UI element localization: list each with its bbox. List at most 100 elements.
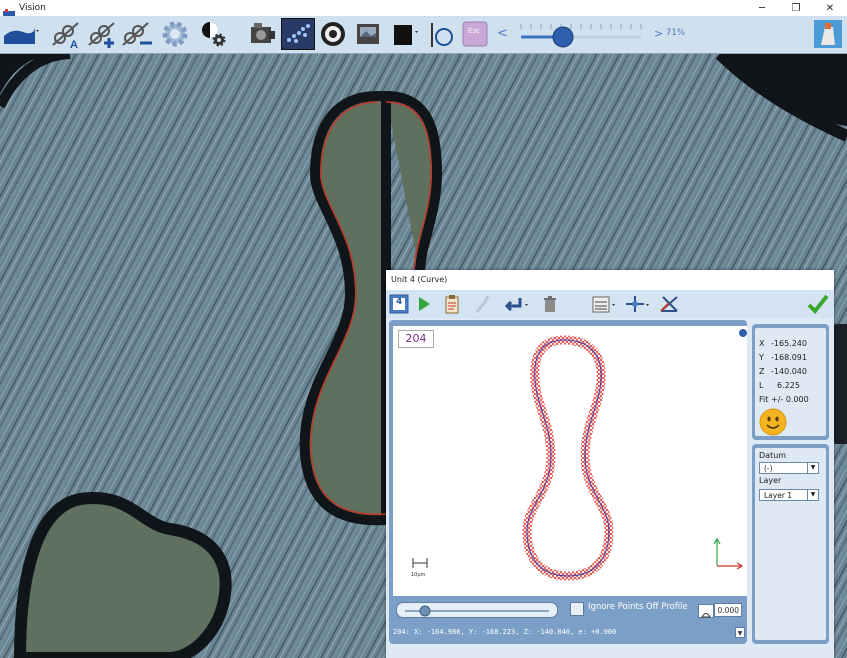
x-coordinate: X -165.240 (759, 339, 807, 348)
run-button[interactable] (414, 293, 434, 315)
tolerance-toggle[interactable] (698, 604, 714, 618)
ignore-points-label: Ignore Points Off Profile (588, 602, 688, 612)
tolerance-arc-icon (701, 613, 711, 618)
camera-button[interactable] (246, 18, 278, 50)
folder-image-icon (357, 24, 379, 44)
profile-button[interactable] (2, 18, 40, 50)
ring-button[interactable] (316, 18, 350, 50)
settings-gear-button[interactable] (158, 18, 192, 50)
esc-label: Esc (468, 28, 480, 35)
coordinate-panel: X -165.240 Y -168.091 Z -140.040 L 6.225 Fit… (752, 324, 829, 440)
light-gear-icon (202, 22, 226, 47)
ring-icon (321, 22, 345, 46)
length-value: L 6.225 (759, 381, 800, 390)
fit-value: Fit +/- 0.000 (759, 395, 809, 404)
tolerance-icon (592, 296, 615, 313)
profile-panel: 204 10µm Ignore Points Off Profile 0.000… (389, 320, 747, 644)
add-feature-button[interactable] (86, 18, 118, 50)
canvas-corner-marker[interactable] (738, 328, 748, 338)
enter-button[interactable] (502, 293, 530, 315)
scatter-points-icon (287, 24, 310, 43)
status-dropdown[interactable]: ▼ (735, 627, 745, 638)
probe-circle-icon (431, 23, 453, 47)
point-slider[interactable] (396, 602, 558, 618)
clipboard-icon (445, 295, 459, 314)
unit-tab-label: 4 (396, 297, 403, 307)
l-value: 6.225 (777, 381, 800, 390)
accept-button[interactable] (806, 293, 830, 315)
coordinate-readout: X -165.240 Y -168.091 Z -140.040 L 6.225 Fit… (755, 328, 826, 436)
trash-icon (544, 296, 556, 312)
measure-a-icon: A (52, 22, 79, 49)
fit-number: +/- 0.000 (771, 395, 809, 404)
datum-label: Datum (759, 451, 787, 460)
y-label: Y (759, 353, 764, 362)
axes-button[interactable] (656, 293, 682, 315)
remove-feature-button[interactable] (120, 18, 154, 50)
zoom-prev-button[interactable]: < (497, 26, 508, 41)
remove-feature-icon (122, 22, 152, 46)
profile-plot (412, 335, 744, 581)
app-avatar-button[interactable] (812, 18, 844, 50)
tolerance-button[interactable] (590, 293, 618, 315)
dialog-toolbar: 4 (386, 290, 834, 318)
y-coordinate: Y -168.091 (759, 353, 807, 362)
folder-image-button[interactable] (353, 18, 385, 50)
curve-dialog: Unit 4 (Curve) 4 204 10µm Ignore Points … (386, 270, 834, 658)
zoom-slider[interactable] (516, 22, 646, 48)
profile-canvas[interactable]: 204 10µm (393, 326, 747, 596)
probe-circle-button[interactable] (428, 18, 458, 50)
point-slider-track (405, 605, 549, 617)
chevron-down-icon: ▼ (807, 490, 818, 500)
restore-button[interactable]: ❐ (779, 0, 813, 16)
lamp-icon (394, 25, 418, 45)
app-logo-icon (3, 3, 15, 16)
svg-text:A: A (70, 39, 78, 49)
scatter-points-button[interactable] (281, 18, 315, 50)
dropdown-arrow-icon: ▼ (737, 630, 743, 637)
delete-button[interactable] (540, 293, 560, 315)
profile-icon (4, 28, 39, 44)
title-bar: Vision ─ ❐ ✕ (0, 0, 847, 16)
datum-select[interactable]: (-) ▼ (759, 462, 819, 474)
z-coordinate: Z -140.040 (759, 367, 807, 376)
checkmark-icon (807, 294, 829, 314)
window-title: Vision (19, 3, 46, 13)
measure-a-button[interactable]: A (50, 18, 82, 50)
zoom-next-button[interactable]: > (654, 27, 663, 40)
lamp-button[interactable] (390, 18, 420, 50)
settings-gear-icon (162, 21, 188, 47)
esc-key-button[interactable]: Esc (460, 18, 490, 50)
close-icon: ✕ (825, 2, 835, 14)
datum-layer-panel: Datum (-) ▼ Layer Layer 1 ▼ (752, 444, 829, 644)
unit-tab-button[interactable]: 4 (389, 293, 409, 315)
fit-label: Fit (759, 395, 769, 404)
zoom-level: 71% (666, 28, 685, 38)
restore-icon: ❐ (791, 2, 801, 14)
chevron-down-icon: ▼ (807, 463, 818, 473)
report-button[interactable] (442, 293, 462, 315)
dialog-title: Unit 4 (Curve) (386, 270, 834, 290)
layer-value: Layer 1 (764, 491, 793, 500)
tool-button[interactable] (472, 293, 492, 315)
esc-key-icon: Esc (462, 21, 488, 47)
x-value: -165.240 (771, 339, 807, 348)
close-button[interactable]: ✕ (813, 0, 847, 16)
tolerance-value-field[interactable]: 0.000 (714, 603, 742, 617)
y-value: -168.091 (771, 353, 807, 362)
status-line: 204: X: -164.986, Y: -168.223, Z: -140.0… (393, 628, 617, 636)
axes-icon (660, 296, 678, 312)
scale-label: 10µm (411, 572, 426, 578)
point-mode-button[interactable] (622, 293, 652, 315)
light-gear-button[interactable] (196, 18, 230, 50)
layer-select[interactable]: Layer 1 ▼ (759, 489, 819, 501)
ignore-points-checkbox[interactable] (570, 602, 584, 616)
minimize-icon: ─ (758, 2, 766, 14)
minimize-button[interactable]: ─ (745, 0, 779, 16)
smiley-status-icon (759, 408, 787, 436)
z-label: Z (759, 367, 765, 376)
crosshair-point-icon (626, 296, 649, 312)
z-value: -140.040 (771, 367, 807, 376)
wrench-icon (475, 295, 490, 313)
main-toolbar: A Esc < > 71% (0, 16, 847, 54)
